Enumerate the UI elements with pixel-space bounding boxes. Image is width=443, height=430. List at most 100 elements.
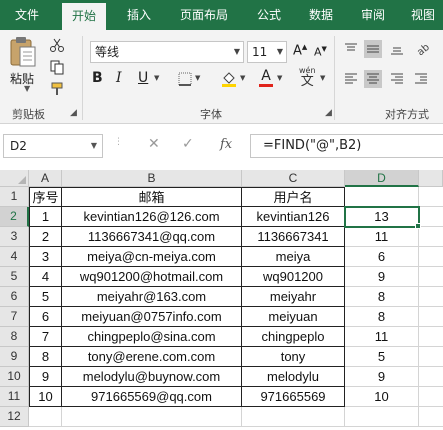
table-cell[interactable]: 6 [345, 247, 419, 267]
font-name-select[interactable]: 等线 ▼ [90, 41, 244, 63]
underline-button[interactable]: U [138, 70, 148, 86]
format-painter-icon[interactable] [48, 80, 66, 98]
table-cell[interactable]: 4 [29, 267, 62, 287]
table-cell[interactable]: kevintian126@126.com [62, 207, 242, 227]
tab-home[interactable]: 开始 [62, 3, 106, 30]
select-all-button[interactable] [0, 170, 29, 187]
table-cell[interactable]: 9 [345, 367, 419, 387]
align-bottom-icon[interactable] [388, 40, 406, 58]
tab-insert[interactable]: 插入 [122, 0, 156, 30]
empty-cell[interactable] [419, 347, 443, 367]
font-size-select[interactable]: 11 ▼ [247, 41, 287, 63]
italic-button[interactable]: I [116, 70, 122, 86]
column-header-a[interactable]: A [29, 170, 62, 187]
column-header-b[interactable]: B [62, 170, 242, 187]
table-cell[interactable]: wq901200@hotmail.com [62, 267, 242, 287]
font-color-dropdown-icon[interactable]: ▼ [277, 74, 282, 82]
table-cell[interactable]: chingpeplo [242, 327, 345, 347]
table-cell[interactable]: 971665569 [242, 387, 345, 407]
orientation-icon[interactable]: ab [412, 40, 430, 58]
empty-cell[interactable] [419, 387, 443, 407]
column-header-d[interactable]: D [345, 170, 419, 187]
table-cell[interactable]: 10 [29, 387, 62, 407]
table-cell[interactable]: 7 [29, 327, 62, 347]
empty-cell[interactable] [29, 407, 62, 427]
header-cell[interactable]: 用户名 [242, 187, 345, 207]
table-cell[interactable]: tony [242, 347, 345, 367]
row-header-5[interactable]: 5 [0, 267, 29, 287]
empty-cell[interactable] [419, 307, 443, 327]
bold-button[interactable]: B [92, 70, 103, 86]
shrink-font-button[interactable]: A▼ [314, 45, 327, 59]
row-header-12[interactable]: 12 [0, 407, 29, 427]
align-right-icon[interactable] [388, 70, 406, 88]
phonetic-button[interactable]: wén 文 [299, 66, 316, 88]
borders-icon[interactable] [176, 70, 194, 88]
table-cell[interactable]: 11 [345, 227, 419, 247]
clipboard-launcher-icon[interactable]: ◢ [70, 108, 77, 118]
paste-button[interactable]: 粘贴 [8, 36, 42, 88]
table-cell[interactable]: 2 [29, 227, 62, 247]
tab-file[interactable]: 文件 [10, 0, 44, 30]
table-cell[interactable]: 11 [345, 327, 419, 347]
table-cell[interactable]: meiya [242, 247, 345, 267]
table-cell[interactable]: chingpeplo@sina.com [62, 327, 242, 347]
row-header-4[interactable]: 4 [0, 247, 29, 267]
align-center-icon[interactable] [364, 70, 382, 88]
table-cell[interactable]: meiya@cn-meiya.com [62, 247, 242, 267]
cut-icon[interactable] [48, 36, 66, 54]
empty-cell[interactable] [419, 407, 443, 427]
table-cell[interactable]: melodylu [242, 367, 345, 387]
header-cell[interactable]: 邮箱 [62, 187, 242, 207]
table-cell[interactable]: 9 [29, 367, 62, 387]
insert-function-icon[interactable]: fx [220, 137, 232, 152]
borders-dropdown-icon[interactable]: ▼ [195, 74, 200, 82]
confirm-icon[interactable]: ✓ [182, 136, 194, 152]
align-top-icon[interactable] [342, 40, 360, 58]
tab-review[interactable]: 审阅 [356, 0, 390, 30]
column-header-c[interactable]: C [242, 170, 345, 187]
table-cell[interactable]: meiyuan [242, 307, 345, 327]
tab-data[interactable]: 数据 [304, 0, 338, 30]
table-cell[interactable]: tony@erene.com.com [62, 347, 242, 367]
phonetic-dropdown-icon[interactable]: ▼ [320, 74, 325, 82]
row-header-8[interactable]: 8 [0, 327, 29, 347]
indent-icon[interactable] [412, 70, 430, 88]
grow-font-button[interactable]: A▲ [293, 43, 307, 58]
empty-cell[interactable] [242, 407, 345, 427]
table-cell[interactable]: 1136667341@qq.com [62, 227, 242, 247]
empty-cell[interactable] [419, 267, 443, 287]
font-launcher-icon[interactable]: ◢ [325, 108, 332, 118]
table-cell[interactable]: 6 [29, 307, 62, 327]
align-left-icon[interactable] [342, 70, 360, 88]
table-cell[interactable]: 3 [29, 247, 62, 267]
empty-cell[interactable] [419, 367, 443, 387]
row-header-6[interactable]: 6 [0, 287, 29, 307]
copy-icon[interactable] [48, 58, 66, 76]
tab-view[interactable]: 视图 [406, 0, 440, 30]
empty-cell[interactable] [419, 187, 443, 207]
table-cell[interactable]: meiyuan@0757info.com [62, 307, 242, 327]
row-header-10[interactable]: 10 [0, 367, 29, 387]
table-cell[interactable]: meiyahr [242, 287, 345, 307]
paste-dropdown-icon[interactable]: ▼ [24, 84, 30, 93]
font-color-button[interactable]: A [258, 68, 274, 87]
table-cell[interactable]: 8 [345, 287, 419, 307]
table-cell[interactable]: 5 [345, 347, 419, 367]
tab-formulas[interactable]: 公式 [252, 0, 286, 30]
row-header-1[interactable]: 1 [0, 187, 29, 207]
empty-cell[interactable] [62, 407, 242, 427]
row-header-11[interactable]: 11 [0, 387, 29, 407]
empty-cell[interactable] [419, 247, 443, 267]
empty-cell[interactable] [419, 287, 443, 307]
row-header-3[interactable]: 3 [0, 227, 29, 247]
table-cell[interactable]: 1136667341 [242, 227, 345, 247]
row-header-2[interactable]: 2 [0, 207, 29, 227]
table-cell[interactable]: wq901200 [242, 267, 345, 287]
table-cell[interactable]: 9 [345, 267, 419, 287]
name-box[interactable]: D2 ▼ [3, 134, 103, 158]
table-cell[interactable]: 1 [29, 207, 62, 227]
table-cell[interactable]: melodylu@buynow.com [62, 367, 242, 387]
header-cell[interactable]: 序号 [29, 187, 62, 207]
empty-cell[interactable] [419, 227, 443, 247]
